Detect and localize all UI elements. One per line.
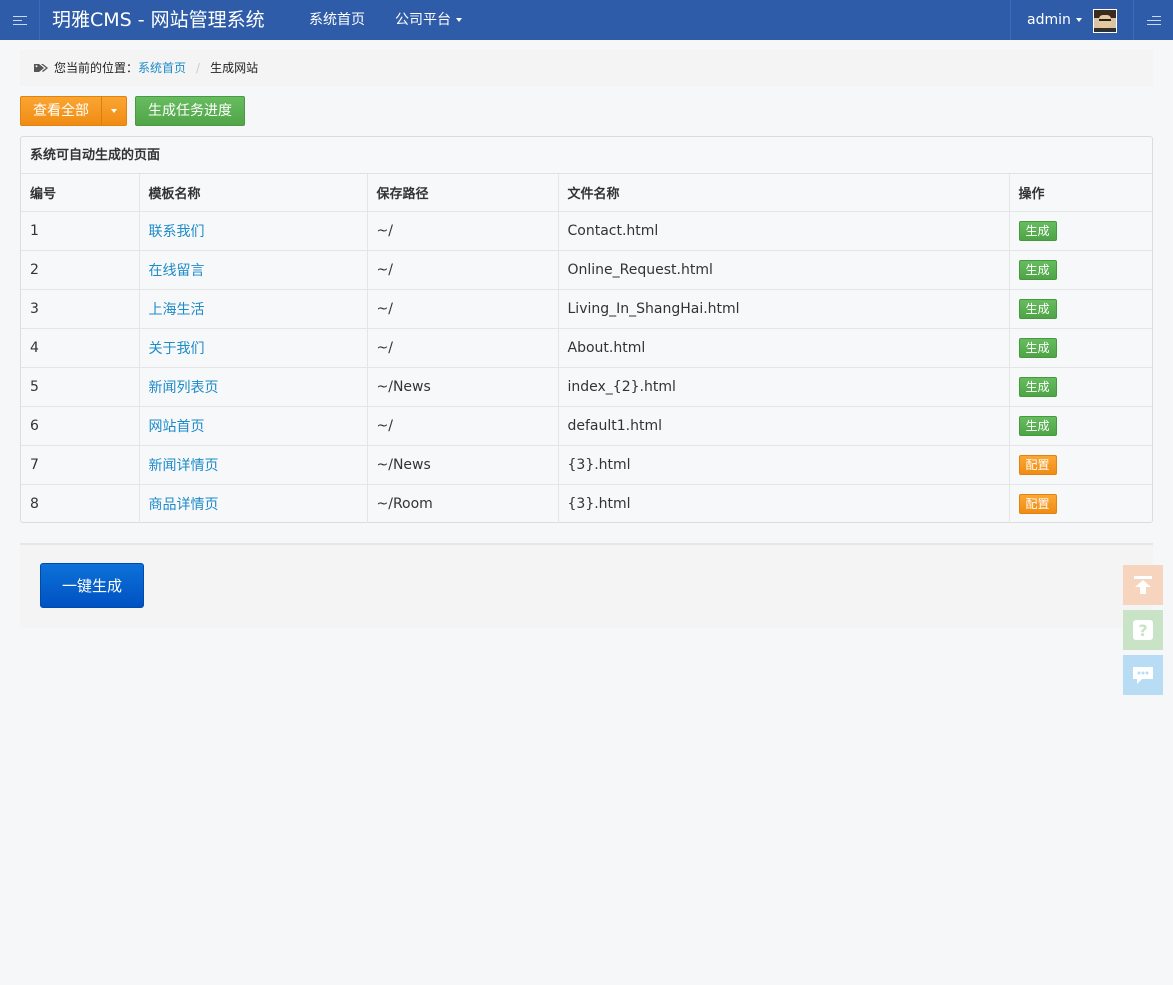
user-menu-toggle[interactable]: admin — [1027, 0, 1082, 40]
breadcrumb-current: 生成网站 — [210, 61, 259, 75]
generate-button[interactable]: 生成 — [1018, 415, 1057, 436]
back-to-top-button[interactable] — [1123, 565, 1163, 605]
column-header-id: 编号 — [21, 174, 140, 212]
table-row: 3 上海生活 ~/ Living_In_ShangHai.html 生成 — [21, 289, 1152, 329]
nav-home-link[interactable]: 系统首页 — [309, 0, 365, 40]
chat-icon — [1133, 667, 1153, 684]
row-id: 4 — [21, 328, 140, 368]
row-id: 8 — [21, 484, 140, 523]
svg-text:?: ? — [1138, 621, 1147, 640]
nav-company-label: 公司平台 — [395, 12, 451, 28]
table-row: 6 网站首页 ~/ default1.html 生成 — [21, 406, 1152, 446]
template-link[interactable]: 上海生活 — [149, 302, 205, 318]
user-menu[interactable]: admin — [1010, 0, 1133, 40]
avatar[interactable] — [1093, 9, 1117, 33]
help-button[interactable]: ? — [1123, 610, 1163, 650]
menu-icon — [12, 13, 27, 28]
generate-button[interactable]: 生成 — [1018, 259, 1057, 280]
configure-button[interactable]: 配置 — [1018, 454, 1057, 475]
file-name: Contact.html — [558, 211, 1010, 251]
arrow-up-icon — [1134, 576, 1152, 594]
caret-down-icon — [456, 18, 462, 22]
file-name: Online_Request.html — [558, 250, 1010, 290]
question-icon: ? — [1133, 620, 1153, 640]
app-title: 玥雅CMS - 网站管理系统 — [52, 9, 265, 31]
tags-icon — [34, 63, 48, 72]
generate-button[interactable]: 生成 — [1018, 337, 1057, 358]
table-header-row: 编号 模板名称 保存路径 文件名称 操作 — [21, 174, 1152, 212]
column-header-template: 模板名称 — [139, 174, 368, 212]
save-path: ~/ — [367, 328, 559, 368]
save-path: ~/Room — [367, 484, 559, 523]
table-row: 4 关于我们 ~/ About.html 生成 — [21, 328, 1152, 368]
column-header-path: 保存路径 — [367, 174, 559, 212]
file-name: default1.html — [558, 406, 1010, 446]
sidebar-toggle-button[interactable] — [0, 0, 40, 40]
right-panel-toggle-button[interactable] — [1133, 0, 1173, 40]
template-link[interactable]: 网站首页 — [149, 419, 205, 435]
column-header-file: 文件名称 — [558, 174, 1010, 212]
pages-table: 编号 模板名称 保存路径 文件名称 操作 1 联系我们 ~/ Contact.h… — [21, 174, 1152, 523]
configure-button[interactable]: 配置 — [1018, 493, 1057, 514]
file-name: index_{2}.html — [558, 367, 1010, 407]
generate-button[interactable]: 生成 — [1018, 220, 1057, 241]
save-path: ~/ — [367, 250, 559, 290]
row-id: 3 — [21, 289, 140, 329]
breadcrumb-separator: / — [196, 61, 201, 75]
top-navbar: 玥雅CMS - 网站管理系统 系统首页 公司平台 admin — [0, 0, 1173, 40]
file-name: {3}.html — [558, 484, 1010, 523]
user-name: admin — [1027, 12, 1071, 28]
pages-panel: 系统可自动生成的页面 编号 模板名称 保存路径 文件名称 操作 1 联系我们 ~… — [20, 136, 1153, 523]
panel-title: 系统可自动生成的页面 — [21, 137, 1152, 174]
save-path: ~/News — [367, 367, 559, 407]
caret-down-icon — [111, 109, 117, 113]
breadcrumb-prefix: 您当前的位置： — [54, 61, 139, 75]
generate-all-button[interactable]: 一键生成 — [40, 563, 144, 608]
save-path: ~/News — [367, 445, 559, 485]
template-link[interactable]: 关于我们 — [149, 341, 205, 357]
menu-icon — [1146, 13, 1161, 28]
save-path: ~/ — [367, 406, 559, 446]
table-row: 5 新闻列表页 ~/News index_{2}.html 生成 — [21, 367, 1152, 407]
table-row: 2 在线留言 ~/ Online_Request.html 生成 — [21, 250, 1152, 290]
template-link[interactable]: 新闻列表页 — [149, 380, 219, 396]
chat-button[interactable] — [1123, 655, 1163, 695]
file-name: About.html — [558, 328, 1010, 368]
row-id: 6 — [21, 406, 140, 446]
form-actions-area — [20, 543, 1153, 628]
row-id: 1 — [21, 211, 140, 251]
breadcrumb-home-link[interactable]: 系统首页 — [138, 61, 186, 75]
template-link[interactable]: 在线留言 — [149, 263, 205, 279]
row-id: 5 — [21, 367, 140, 407]
generate-button[interactable]: 生成 — [1018, 376, 1057, 397]
view-all-button[interactable]: 查看全部 — [20, 96, 102, 126]
file-name: Living_In_ShangHai.html — [558, 289, 1010, 329]
column-header-action: 操作 — [1009, 174, 1152, 212]
row-id: 7 — [21, 445, 140, 485]
save-path: ~/ — [367, 211, 559, 251]
table-row: 7 新闻详情页 ~/News {3}.html 配置 — [21, 445, 1152, 485]
file-name: {3}.html — [558, 445, 1010, 485]
generate-button[interactable]: 生成 — [1018, 298, 1057, 319]
breadcrumb: 您当前的位置：系统首页 / 生成网站 — [20, 50, 1153, 86]
save-path: ~/ — [367, 289, 559, 329]
task-progress-button[interactable]: 生成任务进度 — [135, 96, 245, 126]
view-all-dropdown-toggle[interactable] — [101, 96, 127, 126]
template-link[interactable]: 联系我们 — [149, 224, 205, 240]
nav-company-dropdown[interactable]: 公司平台 — [395, 0, 462, 40]
template-link[interactable]: 新闻详情页 — [149, 458, 219, 474]
table-row: 1 联系我们 ~/ Contact.html 生成 — [21, 211, 1152, 251]
caret-down-icon — [1075, 18, 1082, 22]
row-id: 2 — [21, 250, 140, 290]
template-link[interactable]: 商品详情页 — [149, 497, 219, 513]
table-row: 8 商品详情页 ~/Room {3}.html 配置 — [21, 484, 1152, 523]
